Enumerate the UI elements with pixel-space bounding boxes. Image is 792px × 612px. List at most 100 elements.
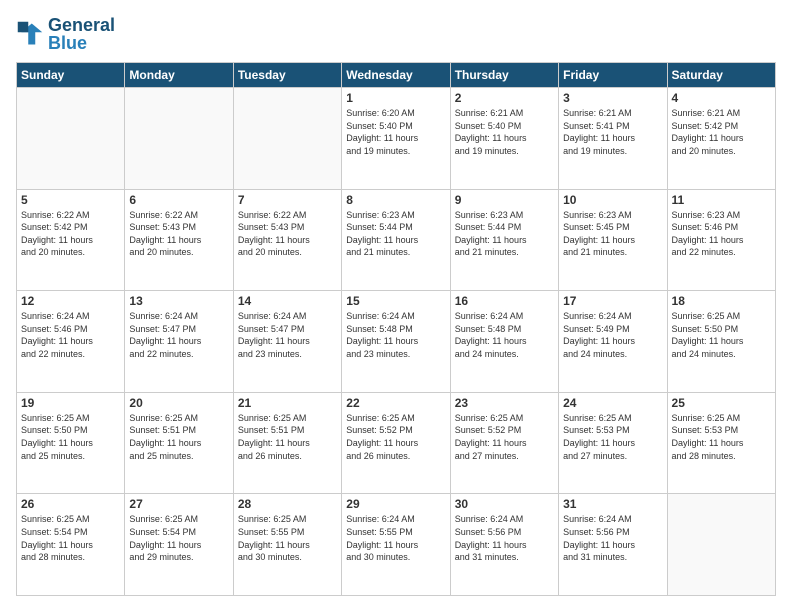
calendar-cell: 3 Sunrise: 6:21 AM Sunset: 5:41 PM Daylig… (559, 88, 667, 190)
day-info: Sunrise: 6:24 AM Sunset: 5:47 PM Dayligh… (238, 310, 337, 360)
day-info: Sunrise: 6:25 AM Sunset: 5:52 PM Dayligh… (346, 412, 445, 462)
day-number: 31 (563, 497, 662, 511)
calendar-cell: 28 Sunrise: 6:25 AM Sunset: 5:55 PM Dayli… (233, 494, 341, 596)
calendar-week-4: 19 Sunrise: 6:25 AM Sunset: 5:50 PM Dayli… (17, 392, 776, 494)
day-info: Sunrise: 6:24 AM Sunset: 5:48 PM Dayligh… (455, 310, 554, 360)
calendar-cell: 27 Sunrise: 6:25 AM Sunset: 5:54 PM Dayli… (125, 494, 233, 596)
day-number: 25 (672, 396, 771, 410)
calendar-cell: 18Sunrise: 6:25 AM Sunset: 5:50 PM Dayli… (667, 291, 775, 393)
weekday-header-tuesday: Tuesday (233, 63, 341, 88)
calendar-cell (667, 494, 775, 596)
day-number: 19 (21, 396, 120, 410)
weekday-header-saturday: Saturday (667, 63, 775, 88)
day-number: 14 (238, 294, 337, 308)
calendar-week-1: 1 Sunrise: 6:20 AM Sunset: 5:40 PM Daylig… (17, 88, 776, 190)
calendar-cell (233, 88, 341, 190)
page: GeneralBlue SundayMondayTuesdayWednesday… (0, 0, 792, 612)
weekday-header-friday: Friday (559, 63, 667, 88)
calendar-cell: 2 Sunrise: 6:21 AM Sunset: 5:40 PM Daylig… (450, 88, 558, 190)
weekday-header-monday: Monday (125, 63, 233, 88)
day-info: Sunrise: 6:24 AM Sunset: 5:48 PM Dayligh… (346, 310, 445, 360)
weekday-header-sunday: Sunday (17, 63, 125, 88)
day-info: Sunrise: 6:22 AM Sunset: 5:42 PM Dayligh… (21, 209, 120, 259)
calendar-cell: 15 Sunrise: 6:24 AM Sunset: 5:48 PM Dayli… (342, 291, 450, 393)
day-number: 21 (238, 396, 337, 410)
calendar-cell: 19 Sunrise: 6:25 AM Sunset: 5:50 PM Dayli… (17, 392, 125, 494)
calendar-cell: 10Sunrise: 6:23 AM Sunset: 5:45 PM Dayli… (559, 189, 667, 291)
calendar-cell: 16 Sunrise: 6:24 AM Sunset: 5:48 PM Dayli… (450, 291, 558, 393)
day-info: Sunrise: 6:21 AM Sunset: 5:40 PM Dayligh… (455, 107, 554, 157)
header: GeneralBlue (16, 16, 776, 52)
day-number: 18 (672, 294, 771, 308)
calendar-week-5: 26 Sunrise: 6:25 AM Sunset: 5:54 PM Dayli… (17, 494, 776, 596)
calendar-cell: 21 Sunrise: 6:25 AM Sunset: 5:51 PM Dayli… (233, 392, 341, 494)
day-info: Sunrise: 6:25 AM Sunset: 5:53 PM Dayligh… (563, 412, 662, 462)
day-info: Sunrise: 6:22 AM Sunset: 5:43 PM Dayligh… (238, 209, 337, 259)
day-number: 15 (346, 294, 445, 308)
calendar-cell: 12 Sunrise: 6:24 AM Sunset: 5:46 PM Dayli… (17, 291, 125, 393)
day-info: Sunrise: 6:23 AM Sunset: 5:44 PM Dayligh… (346, 209, 445, 259)
day-info: Sunrise: 6:22 AM Sunset: 5:43 PM Dayligh… (129, 209, 228, 259)
day-number: 7 (238, 193, 337, 207)
logo-text: GeneralBlue (48, 16, 115, 52)
weekday-header-wednesday: Wednesday (342, 63, 450, 88)
weekday-header-thursday: Thursday (450, 63, 558, 88)
calendar-table: SundayMondayTuesdayWednesdayThursdayFrid… (16, 62, 776, 596)
calendar-cell: 5Sunrise: 6:22 AM Sunset: 5:42 PM Daylig… (17, 189, 125, 291)
calendar-cell: 17Sunrise: 6:24 AM Sunset: 5:49 PM Dayli… (559, 291, 667, 393)
day-info: Sunrise: 6:24 AM Sunset: 5:55 PM Dayligh… (346, 513, 445, 563)
calendar-cell: 9Sunrise: 6:23 AM Sunset: 5:44 PM Daylig… (450, 189, 558, 291)
day-number: 29 (346, 497, 445, 511)
day-info: Sunrise: 6:24 AM Sunset: 5:46 PM Dayligh… (21, 310, 120, 360)
calendar-week-3: 12 Sunrise: 6:24 AM Sunset: 5:46 PM Dayli… (17, 291, 776, 393)
day-number: 23 (455, 396, 554, 410)
day-number: 3 (563, 91, 662, 105)
calendar-cell: 8 Sunrise: 6:23 AM Sunset: 5:44 PM Daylig… (342, 189, 450, 291)
calendar-cell (125, 88, 233, 190)
day-info: Sunrise: 6:25 AM Sunset: 5:51 PM Dayligh… (238, 412, 337, 462)
day-number: 9 (455, 193, 554, 207)
day-number: 4 (672, 91, 771, 105)
day-number: 12 (21, 294, 120, 308)
calendar-cell: 30 Sunrise: 6:24 AM Sunset: 5:56 PM Dayli… (450, 494, 558, 596)
weekday-header-row: SundayMondayTuesdayWednesdayThursdayFrid… (17, 63, 776, 88)
calendar-cell: 31Sunrise: 6:24 AM Sunset: 5:56 PM Dayli… (559, 494, 667, 596)
day-info: Sunrise: 6:25 AM Sunset: 5:54 PM Dayligh… (129, 513, 228, 563)
day-info: Sunrise: 6:25 AM Sunset: 5:52 PM Dayligh… (455, 412, 554, 462)
logo-icon (16, 20, 44, 48)
day-number: 26 (21, 497, 120, 511)
day-number: 22 (346, 396, 445, 410)
day-info: Sunrise: 6:25 AM Sunset: 5:54 PM Dayligh… (21, 513, 120, 563)
logo: GeneralBlue (16, 16, 115, 52)
day-info: Sunrise: 6:23 AM Sunset: 5:45 PM Dayligh… (563, 209, 662, 259)
day-info: Sunrise: 6:20 AM Sunset: 5:40 PM Dayligh… (346, 107, 445, 157)
calendar-cell: 11 Sunrise: 6:23 AM Sunset: 5:46 PM Dayli… (667, 189, 775, 291)
day-number: 17 (563, 294, 662, 308)
day-number: 8 (346, 193, 445, 207)
day-number: 6 (129, 193, 228, 207)
day-info: Sunrise: 6:25 AM Sunset: 5:50 PM Dayligh… (21, 412, 120, 462)
day-number: 16 (455, 294, 554, 308)
day-number: 28 (238, 497, 337, 511)
day-info: Sunrise: 6:25 AM Sunset: 5:53 PM Dayligh… (672, 412, 771, 462)
calendar-cell: 6 Sunrise: 6:22 AM Sunset: 5:43 PM Daylig… (125, 189, 233, 291)
day-info: Sunrise: 6:21 AM Sunset: 5:41 PM Dayligh… (563, 107, 662, 157)
calendar-cell: 1 Sunrise: 6:20 AM Sunset: 5:40 PM Daylig… (342, 88, 450, 190)
calendar-cell: 23 Sunrise: 6:25 AM Sunset: 5:52 PM Dayli… (450, 392, 558, 494)
calendar-cell: 24 Sunrise: 6:25 AM Sunset: 5:53 PM Dayli… (559, 392, 667, 494)
day-number: 1 (346, 91, 445, 105)
day-info: Sunrise: 6:24 AM Sunset: 5:47 PM Dayligh… (129, 310, 228, 360)
day-number: 30 (455, 497, 554, 511)
calendar-cell: 4Sunrise: 6:21 AM Sunset: 5:42 PM Daylig… (667, 88, 775, 190)
calendar-cell: 13Sunrise: 6:24 AM Sunset: 5:47 PM Dayli… (125, 291, 233, 393)
day-number: 11 (672, 193, 771, 207)
calendar-week-2: 5Sunrise: 6:22 AM Sunset: 5:42 PM Daylig… (17, 189, 776, 291)
day-info: Sunrise: 6:23 AM Sunset: 5:46 PM Dayligh… (672, 209, 771, 259)
day-number: 24 (563, 396, 662, 410)
day-info: Sunrise: 6:24 AM Sunset: 5:56 PM Dayligh… (455, 513, 554, 563)
day-number: 27 (129, 497, 228, 511)
calendar-cell: 7 Sunrise: 6:22 AM Sunset: 5:43 PM Daylig… (233, 189, 341, 291)
day-info: Sunrise: 6:25 AM Sunset: 5:55 PM Dayligh… (238, 513, 337, 563)
day-number: 20 (129, 396, 228, 410)
day-number: 2 (455, 91, 554, 105)
